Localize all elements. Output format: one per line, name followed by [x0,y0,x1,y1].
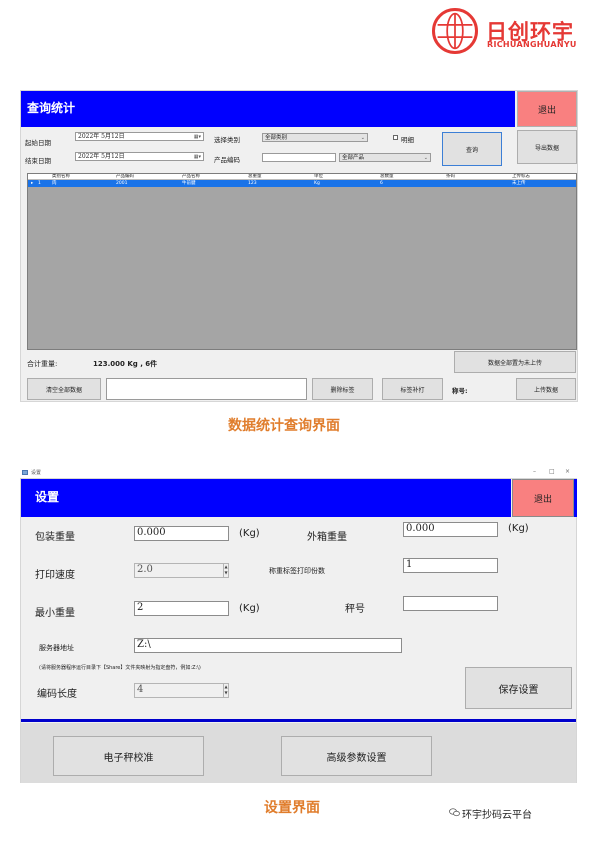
row-pointer-icon: ▸ [31,181,34,186]
save-settings-button[interactable]: 保存设置 [465,667,572,709]
code-length-label: 编码长度 [37,689,77,700]
calendar-dropdown-icon: ▦▾ [193,134,201,140]
total-weight-label: 合计重量: [27,360,58,368]
wechat-icon [449,808,460,817]
query-title: 查询统计 [27,101,76,115]
min-weight-label: 最小重量 [35,608,75,619]
server-address-label: 服务器地址 [39,644,74,652]
bottom-button-area: 电子秤校准 高级参数设置 [21,723,576,783]
outer-weight-input[interactable]: 0.000 [403,522,498,537]
print-speed-stepper[interactable]: 2.0 ▲ ▼ [134,563,229,578]
calendar-dropdown-icon: ▦▾ [193,154,201,160]
settings-header-bar: 设置 [21,479,511,517]
server-address-input[interactable]: Z:\ [134,638,402,653]
query-screen-caption: 数据统计查询界面 [228,418,340,434]
chevron-down-icon: ⌄ [423,155,428,161]
pack-weight-input[interactable]: 0.000 [134,526,229,541]
pack-weight-label: 包装重量 [35,532,75,543]
reprint-tag-button[interactable]: 标签补打 [382,378,443,400]
category-value: 全部类别 [265,135,288,141]
footer-brand: 环宇抄码云平台 [462,810,532,821]
outer-weight-unit: (Kg) [508,523,529,534]
label-copies-input[interactable]: 1 [403,558,498,573]
table-row[interactable]: ▸ 1 肉 2001 牛前腱 123 Kg 6 未上传 [28,180,576,187]
cell-category: 肉 [52,181,57,186]
detail-checkbox[interactable] [393,135,398,140]
min-weight-input[interactable]: 2 [134,601,229,616]
logo-english-name: RICHUANGHUANYU [487,40,577,49]
pack-weight-unit: (Kg) [239,528,260,539]
scale-calibration-button[interactable]: 电子秤校准 [53,736,204,776]
start-date-value: 2022年 5月12日 [78,133,125,140]
message-textbox[interactable] [106,378,307,400]
print-speed-label: 打印速度 [35,570,75,581]
end-date-picker[interactable]: 2022年 5月12日 ▦▾ [75,152,204,161]
product-code-input[interactable] [262,153,336,162]
label-copies-label: 称重标签打印份数 [269,567,325,575]
end-date-label: 结束日期 [25,157,51,165]
code-length-stepper[interactable]: 4 ▲ ▼ [134,683,229,698]
settings-window-title: 设置 [31,470,42,476]
statistics-data-grid[interactable]: 类别名称 产品编码 产品名称 总重量 单位 总数量 条码 上传标志 ▸ 1 肉 … [27,173,577,350]
settings-exit-button[interactable]: 退出 [512,479,574,517]
server-address-hint: (请将服务器程序运行目录下【Share】文件夹映射为指定盘符，例如:Z:\) [39,665,201,671]
delete-tag-button[interactable]: 删除标签 [312,378,373,400]
settings-title: 设置 [35,490,60,504]
scale-no-input[interactable] [403,596,498,611]
query-exit-button[interactable]: 退出 [517,91,577,127]
cell-upload-flag: 未上传 [512,181,526,186]
total-weight-value: 123.000 Kg , 6件 [93,360,158,368]
product-code-label: 产品编码 [214,156,240,164]
min-weight-unit: (Kg) [239,603,260,614]
cell-total-weight: 123 [248,181,257,186]
code-length-value: 4 [137,684,144,695]
cell-product-code: 2001 [116,181,128,186]
minimize-icon[interactable]: – [533,468,536,475]
export-data-button[interactable]: 导出数据 [517,130,577,164]
product-select[interactable]: 全部产品 ⌄ [339,153,431,162]
start-date-picker[interactable]: 2022年 5月12日 ▦▾ [75,132,204,141]
spinner-arrows-icon[interactable]: ▲ ▼ [223,564,228,577]
maximize-icon[interactable]: □ [549,468,555,475]
header-accent-bar [574,479,577,517]
cell-total-quantity: 6 [380,181,383,186]
mark-all-not-uploaded-button[interactable]: 数据全部置为未上传 [454,351,576,373]
spinner-arrows-icon[interactable]: ▲ ▼ [223,684,228,697]
end-date-value: 2022年 5月12日 [78,153,125,160]
detail-label: 明细 [401,136,414,144]
product-select-value: 全部产品 [342,155,365,161]
settings-window: 设置 退出 包装重量 0.000 (Kg) 外箱重量 0.000 (Kg) 打印… [20,478,577,783]
scale-number-label: 称号: [452,387,468,395]
chevron-down-icon: ⌄ [360,135,365,141]
query-header-bar: 查询统计 [21,91,515,127]
close-icon[interactable]: × [565,468,570,475]
upload-data-button[interactable]: 上传数据 [516,378,576,400]
row-index: 1 [38,181,41,186]
scale-no-label: 秤号 [345,604,365,615]
start-date-label: 起始日期 [25,139,51,147]
app-window-icon [22,470,28,475]
category-label: 选择类别 [214,136,240,144]
category-select[interactable]: 全部类别 ⌄ [262,133,368,142]
query-button[interactable]: 查询 [442,132,502,166]
query-statistics-window: 查询统计 退出 起始日期 2022年 5月12日 ▦▾ 结束日期 2022年 5… [20,90,578,402]
company-logo-globe [432,8,478,54]
settings-titlebar: 设置 – □ × [20,468,577,478]
cell-product-name: 牛前腱 [182,181,196,186]
advanced-settings-button[interactable]: 高级参数设置 [281,736,432,776]
settings-screen-caption: 设置界面 [264,800,320,816]
outer-weight-label: 外箱重量 [307,532,347,543]
print-speed-value: 2.0 [137,564,153,575]
section-divider [21,719,576,722]
clear-all-data-button[interactable]: 清空全部数据 [27,378,101,400]
cell-unit: Kg [314,181,320,186]
